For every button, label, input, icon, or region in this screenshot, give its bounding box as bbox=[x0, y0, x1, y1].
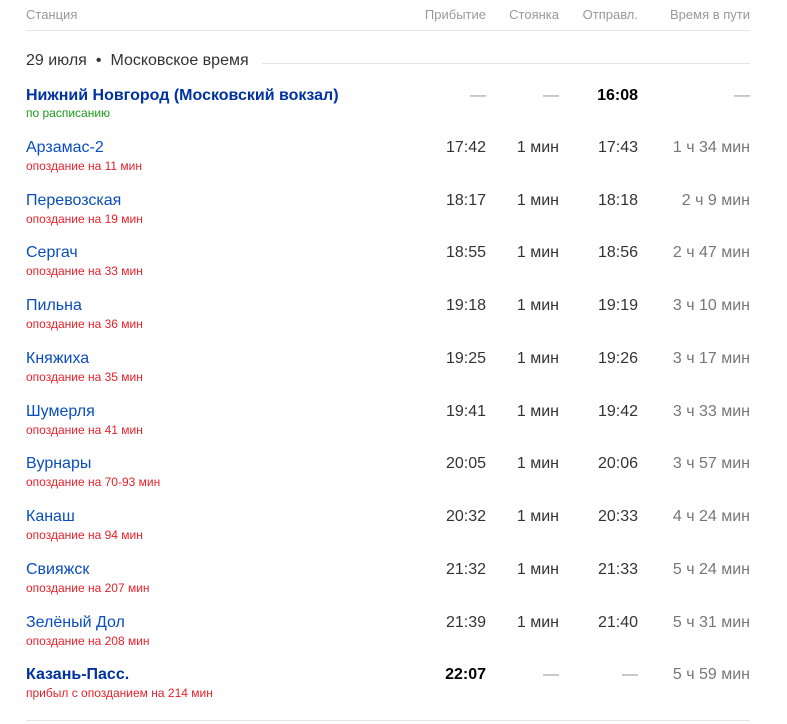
table-row: Княжиха опоздание на 35 мин 19:25 1 мин 19:2… bbox=[0, 350, 787, 402]
arrival-time: 17:42 bbox=[445, 139, 486, 156]
table-row: Канаш опоздание на 94 мин 20:32 1 мин 20:33 4… bbox=[0, 508, 787, 560]
stop-duration: 1 мин bbox=[516, 614, 559, 631]
station-status: опоздание на 41 мин bbox=[26, 423, 143, 437]
station-status: опоздание на 35 мин bbox=[26, 370, 143, 384]
arrival-time: 19:18 bbox=[445, 297, 486, 314]
table-row: Казань-Пасс. прибыл с опозданием на 214 м… bbox=[0, 666, 787, 718]
column-header-travel-time: Время в пути bbox=[670, 7, 750, 22]
column-header-arrival: Прибытие bbox=[424, 7, 486, 22]
station-status: опоздание на 70-93 мин bbox=[26, 475, 161, 489]
stop-duration: — bbox=[543, 666, 559, 683]
arrival-time: 20:32 bbox=[445, 508, 486, 525]
table-row: Свияжск опоздание на 207 мин 21:32 1 мин 21:… bbox=[0, 561, 787, 613]
stop-duration: 1 мин bbox=[516, 508, 559, 525]
stop-duration: 1 мин bbox=[516, 350, 559, 367]
arrival-time: — bbox=[470, 87, 486, 104]
departure-time: 21:33 bbox=[597, 561, 638, 578]
station-link[interactable]: Арзамас-2 bbox=[26, 139, 104, 157]
stop-duration: 1 мин bbox=[516, 192, 559, 209]
departure-time: 17:43 bbox=[597, 139, 638, 156]
travel-time: 3 ч 57 мин bbox=[672, 455, 750, 472]
arrival-time: 21:32 bbox=[445, 561, 486, 578]
station-status: по расписанию bbox=[26, 106, 111, 120]
station-status: прибыл с опозданием на 214 мин bbox=[26, 686, 213, 700]
station-link[interactable]: Перевозская bbox=[26, 192, 121, 210]
arrival-time: 22:07 bbox=[445, 666, 486, 683]
travel-time: — bbox=[734, 87, 750, 104]
departure-time: 18:18 bbox=[597, 192, 638, 209]
departure-time: 19:26 bbox=[597, 350, 638, 367]
station-status: опоздание на 11 мин bbox=[26, 159, 142, 173]
travel-time: 5 ч 31 мин bbox=[672, 614, 750, 631]
departure-time: — bbox=[622, 666, 638, 683]
arrival-time: 19:41 bbox=[445, 403, 486, 420]
station-link[interactable]: Княжиха bbox=[26, 350, 89, 368]
travel-time: 1 ч 34 мин bbox=[672, 139, 750, 156]
travel-time: 3 ч 10 мин bbox=[672, 297, 750, 314]
table-row: Перевозская опоздание на 19 мин 18:17 1 мин… bbox=[0, 192, 787, 244]
stop-duration: 1 мин bbox=[516, 403, 559, 420]
departure-time: 20:33 bbox=[597, 508, 638, 525]
station-link[interactable]: Казань-Пасс. bbox=[26, 666, 129, 684]
station-link[interactable]: Свияжск bbox=[26, 561, 89, 579]
travel-time: 4 ч 24 мин bbox=[672, 508, 750, 525]
station-link[interactable]: Канаш bbox=[26, 508, 75, 526]
departure-time: 18:56 bbox=[597, 244, 638, 261]
table-row: Зелёный Дол опоздание на 208 мин 21:39 1 ми… bbox=[0, 614, 787, 666]
departure-time: 20:06 bbox=[597, 455, 638, 472]
arrival-time: 18:55 bbox=[445, 244, 486, 261]
station-link[interactable]: Нижний Новгород (Московский вокзал) bbox=[26, 87, 339, 105]
departure-time: 19:42 bbox=[597, 403, 638, 420]
departure-time: 21:40 bbox=[597, 614, 638, 631]
column-header-departure: Отправл. bbox=[582, 7, 638, 22]
table-row: Пильна опоздание на 36 мин 19:18 1 мин 19:19… bbox=[0, 297, 787, 349]
column-header-stop: Стоянка bbox=[509, 7, 559, 22]
station-link[interactable]: Зелёный Дол bbox=[26, 614, 125, 632]
date-divider bbox=[262, 63, 750, 64]
travel-time: 2 ч 47 мин bbox=[672, 244, 750, 261]
table-row: Нижний Новгород (Московский вокзал) по ра… bbox=[0, 87, 787, 139]
station-status: опоздание на 94 мин bbox=[26, 528, 143, 542]
departure-time: 19:19 bbox=[597, 297, 638, 314]
travel-time: 2 ч 9 мин bbox=[681, 192, 750, 209]
stop-duration: 1 мин bbox=[516, 244, 559, 261]
arrival-time: 18:17 bbox=[445, 192, 486, 209]
departure-time: 16:08 bbox=[597, 87, 638, 104]
timezone-label: Московское время bbox=[110, 52, 249, 69]
station-link[interactable]: Вурнары bbox=[26, 455, 91, 473]
arrival-time: 21:39 bbox=[445, 614, 486, 631]
station-status: опоздание на 208 мин bbox=[26, 634, 150, 648]
travel-time: 5 ч 59 мин bbox=[672, 666, 750, 683]
column-header-station: Станция bbox=[26, 7, 78, 22]
table-row: Арзамас-2 опоздание на 11 мин 17:42 1 мин 17… bbox=[0, 139, 787, 191]
schedule-table: Станция Прибытие Стоянка Отправл. Время … bbox=[0, 0, 787, 724]
stop-duration: 1 мин bbox=[516, 139, 559, 156]
station-status: опоздание на 33 мин bbox=[26, 264, 143, 278]
date-label: 29 июля bbox=[26, 52, 87, 69]
stop-duration: 1 мин bbox=[516, 297, 559, 314]
stop-duration: 1 мин bbox=[516, 561, 559, 578]
travel-time: 5 ч 24 мин bbox=[672, 561, 750, 578]
header-divider bbox=[26, 30, 750, 31]
table-header: Станция Прибытие Стоянка Отправл. Время … bbox=[0, 0, 787, 30]
table-row: Сергач опоздание на 33 мин 18:55 1 мин 18:56… bbox=[0, 244, 787, 296]
station-status: опоздание на 36 мин bbox=[26, 317, 143, 331]
arrival-time: 19:25 bbox=[445, 350, 486, 367]
table-row: Шумерля опоздание на 41 мин 19:41 1 мин 19:4… bbox=[0, 403, 787, 455]
station-status: опоздание на 19 мин bbox=[26, 212, 143, 226]
date-line: 29 июля • Московское время bbox=[26, 52, 249, 70]
stop-duration: 1 мин bbox=[516, 455, 559, 472]
bottom-divider bbox=[26, 720, 750, 721]
travel-time: 3 ч 33 мин bbox=[672, 403, 750, 420]
travel-time: 3 ч 17 мин bbox=[672, 350, 750, 367]
station-link[interactable]: Сергач bbox=[26, 244, 78, 262]
arrival-time: 20:05 bbox=[445, 455, 486, 472]
date-separator: • bbox=[95, 52, 102, 69]
station-link[interactable]: Пильна bbox=[26, 297, 82, 315]
table-row: Вурнары опоздание на 70-93 мин 20:05 1 мин 2… bbox=[0, 455, 787, 507]
stop-duration: — bbox=[543, 87, 559, 104]
station-link[interactable]: Шумерля bbox=[26, 403, 95, 421]
station-status: опоздание на 207 мин bbox=[26, 581, 150, 595]
